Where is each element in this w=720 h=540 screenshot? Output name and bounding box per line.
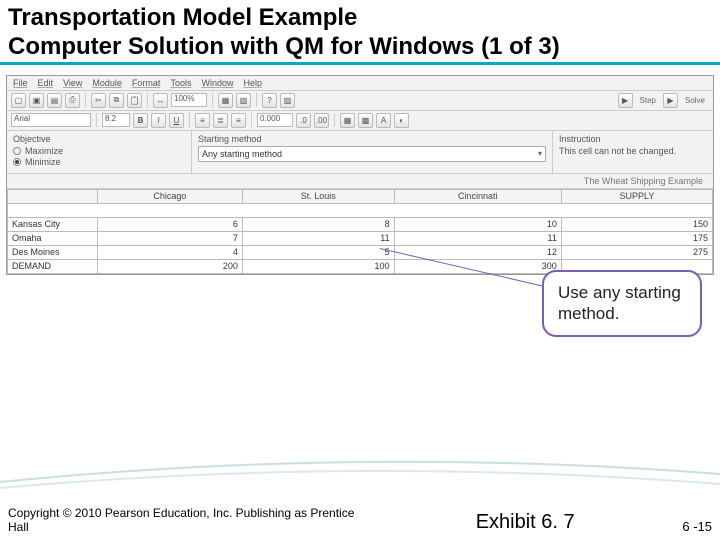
italic-icon[interactable]: I bbox=[151, 113, 166, 128]
starting-method-title: Starting method bbox=[198, 134, 546, 144]
maximize-radio[interactable]: Maximize bbox=[13, 146, 185, 156]
menu-module[interactable]: Module bbox=[92, 78, 122, 88]
starting-method-select[interactable]: Any starting method ▾ bbox=[198, 146, 546, 162]
print-icon[interactable]: ⎙ bbox=[65, 93, 80, 108]
exhibit-label: Exhibit 6. 7 bbox=[368, 511, 682, 534]
font-field[interactable]: Arial bbox=[11, 113, 91, 127]
menu-file[interactable]: File bbox=[13, 78, 28, 88]
toolbar-format: Arial 8.2 B I U ≡ ≣ ≡ 0.000 .0 .00 ▦ ▩ A… bbox=[7, 111, 713, 131]
solve-label: Solve bbox=[685, 96, 705, 105]
menu-window[interactable]: Window bbox=[201, 78, 233, 88]
align-center-icon[interactable]: ≣ bbox=[213, 113, 228, 128]
color-b-icon[interactable]: ◐ bbox=[394, 113, 409, 128]
table-cell[interactable]: 10 bbox=[394, 217, 561, 231]
help-icon[interactable]: ? bbox=[262, 93, 277, 108]
dec-inc-icon[interactable]: .0 bbox=[296, 113, 311, 128]
col-header: SUPPLY bbox=[561, 189, 712, 203]
table-cell[interactable]: 4 bbox=[98, 245, 243, 259]
objective-panel: Objective Maximize Minimize bbox=[7, 131, 192, 173]
copyright-text: Copyright © 2010 Pearson Education, Inc.… bbox=[8, 506, 368, 534]
paste-icon[interactable]: 📋 bbox=[127, 93, 142, 108]
objective-title: Objective bbox=[13, 134, 185, 144]
table-cell[interactable]: 11 bbox=[394, 231, 561, 245]
menu-help[interactable]: Help bbox=[243, 78, 262, 88]
table-cell[interactable]: 275 bbox=[561, 245, 712, 259]
instruction-title: Instruction bbox=[559, 134, 707, 144]
fill-icon[interactable]: ▩ bbox=[358, 113, 373, 128]
menu-format[interactable]: Format bbox=[132, 78, 161, 88]
step-icon[interactable]: ▶ bbox=[618, 93, 633, 108]
options-row: Objective Maximize Minimize Starting met… bbox=[7, 131, 713, 174]
table-cell[interactable]: 5 bbox=[242, 245, 394, 259]
grid-icon[interactable]: ▦ bbox=[340, 113, 355, 128]
autosize-icon[interactable]: ↔ bbox=[153, 93, 168, 108]
cut-icon[interactable]: ✂ bbox=[91, 93, 106, 108]
fontsize-field[interactable]: 8.2 bbox=[102, 113, 130, 127]
instruction-panel: Instruction This cell can not be changed… bbox=[553, 131, 713, 173]
minimize-radio[interactable]: Minimize bbox=[13, 157, 185, 167]
data-table: ChicagoSt. LouisCincinnatiSUPPLY Kansas … bbox=[7, 189, 713, 274]
table-cell[interactable]: 100 bbox=[242, 259, 394, 273]
new-icon[interactable]: ▢ bbox=[11, 93, 26, 108]
tool-b-icon[interactable]: ▧ bbox=[236, 93, 251, 108]
row-header: Kansas City bbox=[8, 217, 98, 231]
maximize-label: Maximize bbox=[25, 146, 63, 156]
menu-edit[interactable]: Edit bbox=[38, 78, 54, 88]
table-cell[interactable]: 175 bbox=[561, 231, 712, 245]
color-a-icon[interactable]: A bbox=[376, 113, 391, 128]
menubar: File Edit View Module Format Tools Window Help bbox=[7, 76, 713, 91]
col-header: St. Louis bbox=[242, 189, 394, 203]
zoom-field[interactable]: 100% bbox=[171, 93, 207, 107]
starting-method-panel: Starting method Any starting method ▾ bbox=[192, 131, 553, 173]
swoosh-decoration bbox=[0, 454, 720, 494]
instruction-text: This cell can not be changed. bbox=[559, 146, 707, 156]
align-right-icon[interactable]: ≡ bbox=[231, 113, 246, 128]
slide-title: Transportation Model ExampleComputer Sol… bbox=[0, 0, 720, 65]
save-icon[interactable]: ▤ bbox=[47, 93, 62, 108]
table-cell[interactable]: 200 bbox=[98, 259, 243, 273]
underline-icon[interactable]: U bbox=[169, 113, 184, 128]
table-cell[interactable]: 150 bbox=[561, 217, 712, 231]
qm-window: FileEditViewModuleFormatToolsWindowHelp … bbox=[6, 75, 714, 275]
table-row: Omaha71111175 bbox=[8, 231, 713, 245]
tool-a-icon[interactable]: ▦ bbox=[218, 93, 233, 108]
table-cell[interactable]: 7 bbox=[98, 231, 243, 245]
row-header: DEMAND bbox=[8, 259, 98, 273]
menu-view[interactable]: View bbox=[63, 78, 82, 88]
toolbar-main: ▢ ▣ ▤ ⎙ ✂ ⧉ 📋 ↔ 100% ▦ ▧ ? ▨ ▶ Step ▶ So… bbox=[7, 91, 713, 111]
minimize-label: Minimize bbox=[25, 157, 61, 167]
menu-tools[interactable]: Tools bbox=[170, 78, 191, 88]
table-row: Des Moines4512275 bbox=[8, 245, 713, 259]
numfmt-field[interactable]: 0.000 bbox=[257, 113, 293, 127]
open-icon[interactable]: ▣ bbox=[29, 93, 44, 108]
page-number: 6 -15 bbox=[682, 519, 712, 534]
table-cell[interactable]: 6 bbox=[98, 217, 243, 231]
col-header: Cincinnati bbox=[394, 189, 561, 203]
callout-text: Use any starting method. bbox=[558, 283, 681, 323]
row-header: Omaha bbox=[8, 231, 98, 245]
row-header: Des Moines bbox=[8, 245, 98, 259]
table-cell[interactable]: 11 bbox=[242, 231, 394, 245]
radio-off-icon bbox=[13, 147, 21, 155]
table-row: Kansas City6810150 bbox=[8, 217, 713, 231]
table-cell[interactable]: 8 bbox=[242, 217, 394, 231]
dec-dec-icon[interactable]: .00 bbox=[314, 113, 329, 128]
bold-icon[interactable]: B bbox=[133, 113, 148, 128]
col-header: Chicago bbox=[98, 189, 243, 203]
step-label: Step bbox=[640, 96, 656, 105]
area-icon[interactable]: ▨ bbox=[280, 93, 295, 108]
callout-box: Use any starting method. bbox=[542, 270, 702, 337]
align-left-icon[interactable]: ≡ bbox=[195, 113, 210, 128]
example-title: The Wheat Shipping Example bbox=[7, 174, 713, 189]
footer: Copyright © 2010 Pearson Education, Inc.… bbox=[8, 506, 712, 534]
solve-icon[interactable]: ▶ bbox=[663, 93, 678, 108]
chevron-down-icon: ▾ bbox=[538, 149, 542, 158]
starting-method-value: Any starting method bbox=[202, 149, 282, 159]
radio-on-icon bbox=[13, 158, 21, 166]
copy-icon[interactable]: ⧉ bbox=[109, 93, 124, 108]
